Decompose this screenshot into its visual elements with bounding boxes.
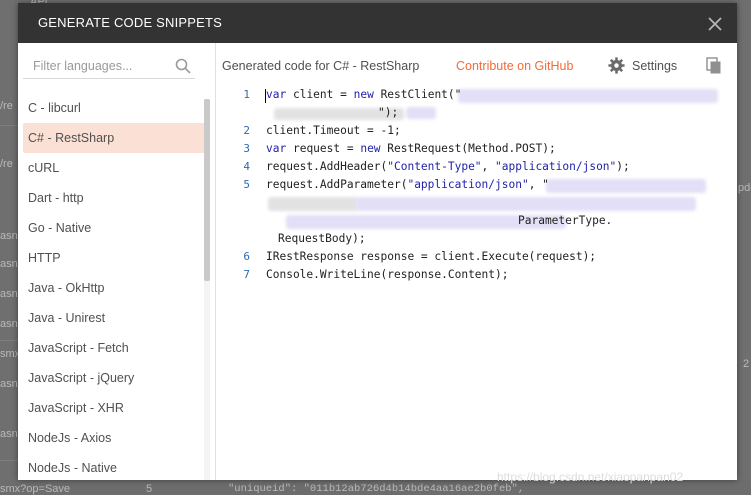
search-icon[interactable] [175, 58, 191, 74]
language-item[interactable]: JavaScript - Fetch [23, 333, 206, 363]
background-text: asn [0, 258, 18, 270]
code-string: "Content-Type" [387, 160, 482, 173]
language-item[interactable]: Java - OkHttp [23, 273, 206, 303]
close-button[interactable] [704, 13, 726, 35]
language-item[interactable]: Dart - http [23, 183, 206, 213]
background-divider [0, 340, 18, 341]
code-line: "); [378, 106, 398, 119]
code-text: request = [292, 142, 361, 155]
background-text: /re [0, 100, 13, 112]
code-line: var request = new RestRequest(Method.POS… [266, 142, 556, 155]
generated-code-title: Generated code for C# - RestSharp [222, 59, 420, 73]
watermark: https://blog.csdn.net/xiaopanpan02 [497, 470, 684, 484]
code-text: client.Timeout = -1; [266, 124, 401, 137]
code-line: request.AddParameter("application/json",… [266, 178, 549, 191]
language-item[interactable]: NodeJs - Native [23, 453, 206, 480]
background-text: pde [738, 182, 751, 194]
code-line: RequestBody); [278, 232, 366, 245]
line-number: 5 [243, 178, 250, 191]
code-line: request.AddHeader("Content-Type", "appli… [266, 160, 630, 173]
code-text: , " [528, 178, 549, 191]
language-list: C - libcurl C# - RestSharp cURL Dart - http… [23, 93, 206, 480]
sidebar-scrollbar-thumb[interactable] [204, 99, 210, 281]
line-number: 3 [243, 142, 250, 155]
code-text: request.AddHeader( [266, 160, 388, 173]
code-text: ); [616, 160, 630, 173]
redacted-region [458, 89, 718, 103]
redacted-region [356, 197, 696, 211]
language-item[interactable]: JavaScript - jQuery [23, 363, 206, 393]
code-text: "); [378, 106, 399, 119]
background-text: 2 [743, 358, 750, 370]
language-item[interactable]: Go - Native [23, 213, 206, 243]
code-keyword: new [360, 142, 381, 155]
background-text: asn [0, 288, 18, 300]
code-text: RestClient(" [380, 88, 462, 101]
code-text: , [481, 160, 496, 173]
language-item[interactable]: HTTP [23, 243, 206, 273]
background-text: 5 [146, 483, 153, 495]
filter-box [23, 50, 195, 80]
background-divider [0, 460, 18, 461]
language-sidebar: C - libcurlC# - RestSharpcURLDart - http… [18, 43, 216, 480]
background-text: "uniqueid": "011b12ab726d4b14bde4aa16ae2… [228, 483, 525, 495]
code-text: client = [292, 88, 354, 101]
language-item[interactable]: Java - Unirest [23, 303, 206, 333]
copy-button[interactable] [706, 57, 722, 75]
redacted-region [546, 179, 706, 193]
filter-languages-input[interactable] [33, 56, 163, 76]
background-text: asn [0, 318, 18, 330]
code-keyword: new [353, 88, 374, 101]
background-right-panel [737, 0, 751, 495]
code-string: "application/json" [407, 178, 529, 191]
generate-code-snippets-modal: GENERATE CODE SNIPPETS C - libcurlC# - R… [18, 3, 737, 480]
contribute-on-github-link[interactable]: Contribute on GitHub [456, 59, 573, 73]
code-line: client.Timeout = -1; [266, 124, 401, 137]
code-line: var client = new RestClient(" [266, 88, 461, 101]
filter-underline [23, 78, 195, 79]
code-text: RestRequest(Method.POST); [387, 142, 556, 155]
code-line: Console.WriteLine(response.Content); [266, 268, 508, 281]
language-item[interactable]: cURL [23, 153, 206, 183]
modal-header: GENERATE CODE SNIPPETS [18, 3, 737, 43]
background-text: smx?op=Save [0, 483, 71, 495]
language-item[interactable]: C - libcurl [23, 93, 206, 123]
code-panel: Generated code for C# - RestSharp Contri… [216, 43, 737, 480]
gear-icon [608, 57, 625, 74]
background-left-panel [0, 0, 18, 495]
line-number: 1 [243, 88, 250, 101]
redacted-region [406, 107, 436, 119]
modal-title: GENERATE CODE SNIPPETS [38, 15, 223, 30]
code-text: ParameterType. [518, 214, 613, 227]
line-number: 7 [243, 268, 250, 281]
line-number: 6 [243, 250, 250, 263]
language-item[interactable]: NodeJs - Axios [23, 423, 206, 453]
language-item[interactable]: JavaScript - XHR [23, 393, 206, 423]
code-text: request.AddParameter( [266, 178, 408, 191]
line-number: 4 [243, 160, 250, 173]
code-keyword: var [266, 142, 287, 155]
code-line: IRestResponse response = client.Execute(… [266, 250, 596, 263]
background-divider [0, 125, 18, 126]
code-line: ParameterType. [518, 214, 612, 227]
code-text: Console.WriteLine(response.Content); [266, 268, 509, 281]
code-editor[interactable]: 1 var client = new RestClient(" "); 2 client… [216, 85, 737, 480]
background-text: asn [0, 428, 18, 440]
code-text: IRestResponse response = client.Execute(… [266, 250, 597, 263]
background-text: asn [0, 230, 18, 242]
line-number: 2 [243, 124, 250, 137]
code-keyword: var [266, 88, 287, 101]
copy-icon [706, 57, 721, 74]
code-text: RequestBody); [278, 232, 366, 245]
settings-label: Settings [632, 59, 678, 73]
close-icon [708, 17, 722, 31]
code-string: "application/json" [495, 160, 617, 173]
redacted-region [268, 197, 358, 211]
language-item[interactable]: C# - RestSharp [23, 123, 206, 153]
background-text: /re [0, 158, 13, 170]
background-text: asn [0, 378, 18, 390]
